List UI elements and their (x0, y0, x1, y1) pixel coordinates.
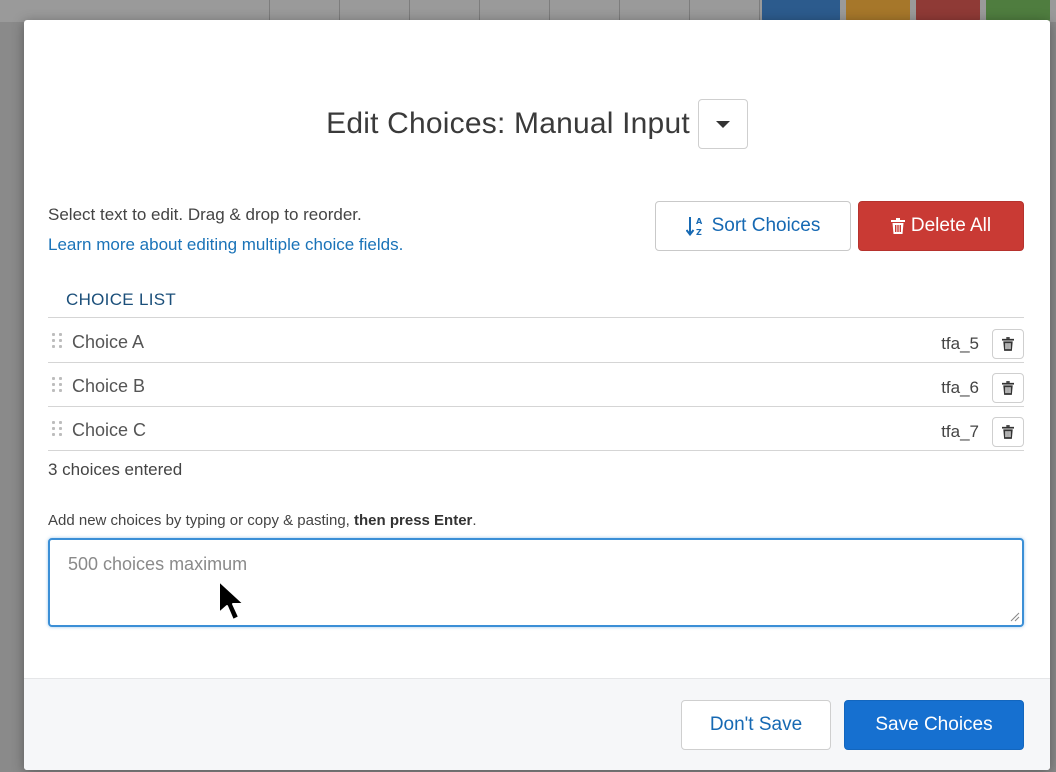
choice-label[interactable]: Choice A (72, 332, 144, 353)
edit-choices-dialog: Edit Choices: Manual Input Select text t… (24, 20, 1050, 770)
drag-handle-icon[interactable] (52, 421, 64, 437)
delete-choice-button[interactable] (992, 373, 1024, 403)
sort-alpha-icon: A Z (685, 215, 706, 237)
background-cell (340, 0, 410, 22)
delete-choice-button[interactable] (992, 329, 1024, 359)
list-item[interactable]: Choice A tfa_5 (48, 320, 1024, 363)
list-item[interactable]: Choice B tfa_6 (48, 364, 1024, 407)
new-choices-input[interactable] (48, 538, 1024, 627)
add-help-prefix: Add new choices by typing or copy & past… (48, 512, 355, 529)
add-help-suffix: . (472, 512, 477, 529)
delete-all-label: Delete All (910, 215, 992, 236)
dialog-header: Edit Choices: Manual Input (24, 98, 1050, 150)
input-mode-dropdown[interactable] (697, 99, 748, 149)
background-cell (270, 0, 340, 22)
add-choices-help: Add new choices by typing or copy & past… (48, 512, 477, 529)
dont-save-button[interactable]: Don't Save (681, 700, 831, 750)
drag-handle-icon[interactable] (52, 333, 64, 349)
trash-icon (890, 218, 905, 234)
sort-choices-label: Sort Choices (711, 215, 821, 236)
choice-code: tfa_6 (941, 378, 979, 397)
background-cell (690, 0, 760, 22)
background-cell (550, 0, 620, 22)
background-cell (410, 0, 480, 22)
choice-count: 3 choices entered (48, 460, 183, 479)
background-cell (200, 0, 270, 22)
choice-code: tfa_7 (941, 422, 979, 441)
choice-label[interactable]: Choice B (72, 376, 145, 397)
delete-all-button[interactable]: Delete All (858, 201, 1024, 251)
choice-label[interactable]: Choice C (72, 420, 146, 441)
background-cell (620, 0, 690, 22)
caret-down-icon (715, 120, 730, 128)
trash-icon (1002, 337, 1014, 351)
choice-list-header: CHOICE LIST (48, 288, 1024, 318)
sort-choices-button[interactable]: A Z Sort Choices (655, 201, 851, 251)
list-item[interactable]: Choice C tfa_7 (48, 408, 1024, 451)
background-button (986, 0, 1050, 22)
delete-choice-button[interactable] (992, 417, 1024, 447)
background-button (846, 0, 910, 22)
background-cell (480, 0, 550, 22)
background-button (762, 0, 840, 22)
svg-text:A: A (696, 217, 703, 226)
add-help-bold: then press Enter (354, 512, 473, 529)
trash-icon (1002, 381, 1014, 395)
svg-text:Z: Z (696, 228, 702, 237)
choice-list-title: CHOICE LIST (66, 290, 177, 309)
resize-handle-icon[interactable] (1010, 612, 1020, 622)
drag-handle-icon[interactable] (52, 377, 64, 393)
save-choices-label: Save Choices (875, 714, 993, 735)
choice-code: tfa_5 (941, 334, 979, 353)
dialog-title: Edit Choices: Manual Input (326, 107, 690, 140)
trash-icon (1002, 425, 1014, 439)
help-text: Select text to edit. Drag & drop to reor… (48, 205, 362, 224)
save-choices-button[interactable]: Save Choices (844, 700, 1024, 750)
background-button (916, 0, 980, 22)
dont-save-label: Don't Save (709, 714, 803, 735)
help-link[interactable]: Learn more about editing multiple choice… (48, 235, 403, 255)
